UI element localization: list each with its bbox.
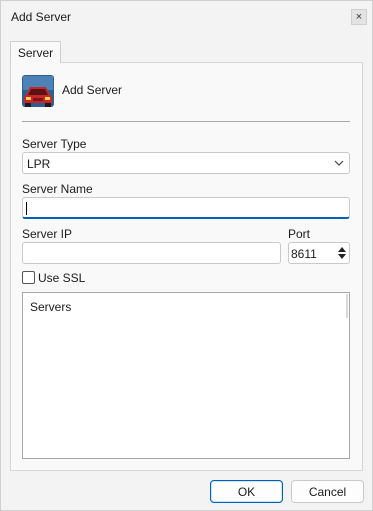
cancel-button[interactable]: Cancel <box>291 480 364 503</box>
red-car-icon <box>22 75 54 107</box>
use-ssl-label: Use SSL <box>38 271 86 285</box>
tab-server[interactable]: Server <box>10 41 61 63</box>
add-server-dialog: Add Server × Server Add Server Server Ty… <box>0 0 373 511</box>
servers-list[interactable]: Servers <box>22 292 350 459</box>
window-title: Add Server <box>11 10 72 24</box>
tab-label: Server <box>17 45 54 60</box>
spin-arrows-icon[interactable] <box>337 245 347 261</box>
port-stepper[interactable]: 8611 <box>288 242 350 264</box>
list-scrollbar[interactable] <box>346 294 348 318</box>
close-icon: × <box>355 10 363 23</box>
servers-list-header: Servers <box>30 300 72 314</box>
server-name-label: Server Name <box>22 182 93 196</box>
chevron-down-icon <box>334 160 344 166</box>
text-caret <box>26 202 27 215</box>
header-title: Add Server <box>62 83 123 97</box>
close-button[interactable]: × <box>351 9 367 25</box>
ok-button[interactable]: OK <box>210 480 283 503</box>
server-type-select[interactable]: LPR <box>22 152 350 174</box>
header-separator <box>22 121 350 122</box>
server-type-value: LPR <box>27 157 51 171</box>
server-ip-input[interactable] <box>22 242 281 264</box>
server-ip-label: Server IP <box>22 227 73 241</box>
port-label: Port <box>288 227 311 241</box>
use-ssl-checkbox[interactable] <box>22 271 35 284</box>
server-type-label: Server Type <box>22 137 87 151</box>
port-value: 8611 <box>291 247 317 261</box>
server-name-input[interactable] <box>22 197 350 219</box>
title-bar: Add Server × <box>1 1 372 33</box>
